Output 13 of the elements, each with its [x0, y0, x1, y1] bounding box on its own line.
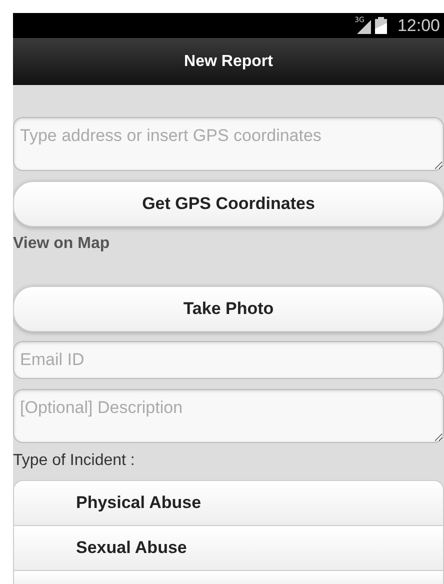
incident-label: Type of Incident : [13, 452, 135, 470]
email-field[interactable]: Email ID [13, 341, 444, 379]
description-field[interactable]: [Optional] Description [13, 389, 444, 443]
page-title: New Report [184, 52, 273, 70]
take-photo-button[interactable]: Take Photo [13, 286, 444, 332]
signal-icon [357, 18, 372, 34]
view-on-map-link[interactable]: View on Map [13, 235, 110, 253]
incident-option[interactable]: Sexual Abuse [13, 525, 444, 570]
address-field[interactable]: Type address or insert GPS coordinates [13, 117, 444, 171]
incident-option[interactable]: Physical Abuse [13, 480, 444, 525]
clock: 12:00 [397, 16, 440, 36]
gps-button[interactable]: Get GPS Coordinates [13, 181, 444, 227]
battery-icon [374, 17, 388, 34]
